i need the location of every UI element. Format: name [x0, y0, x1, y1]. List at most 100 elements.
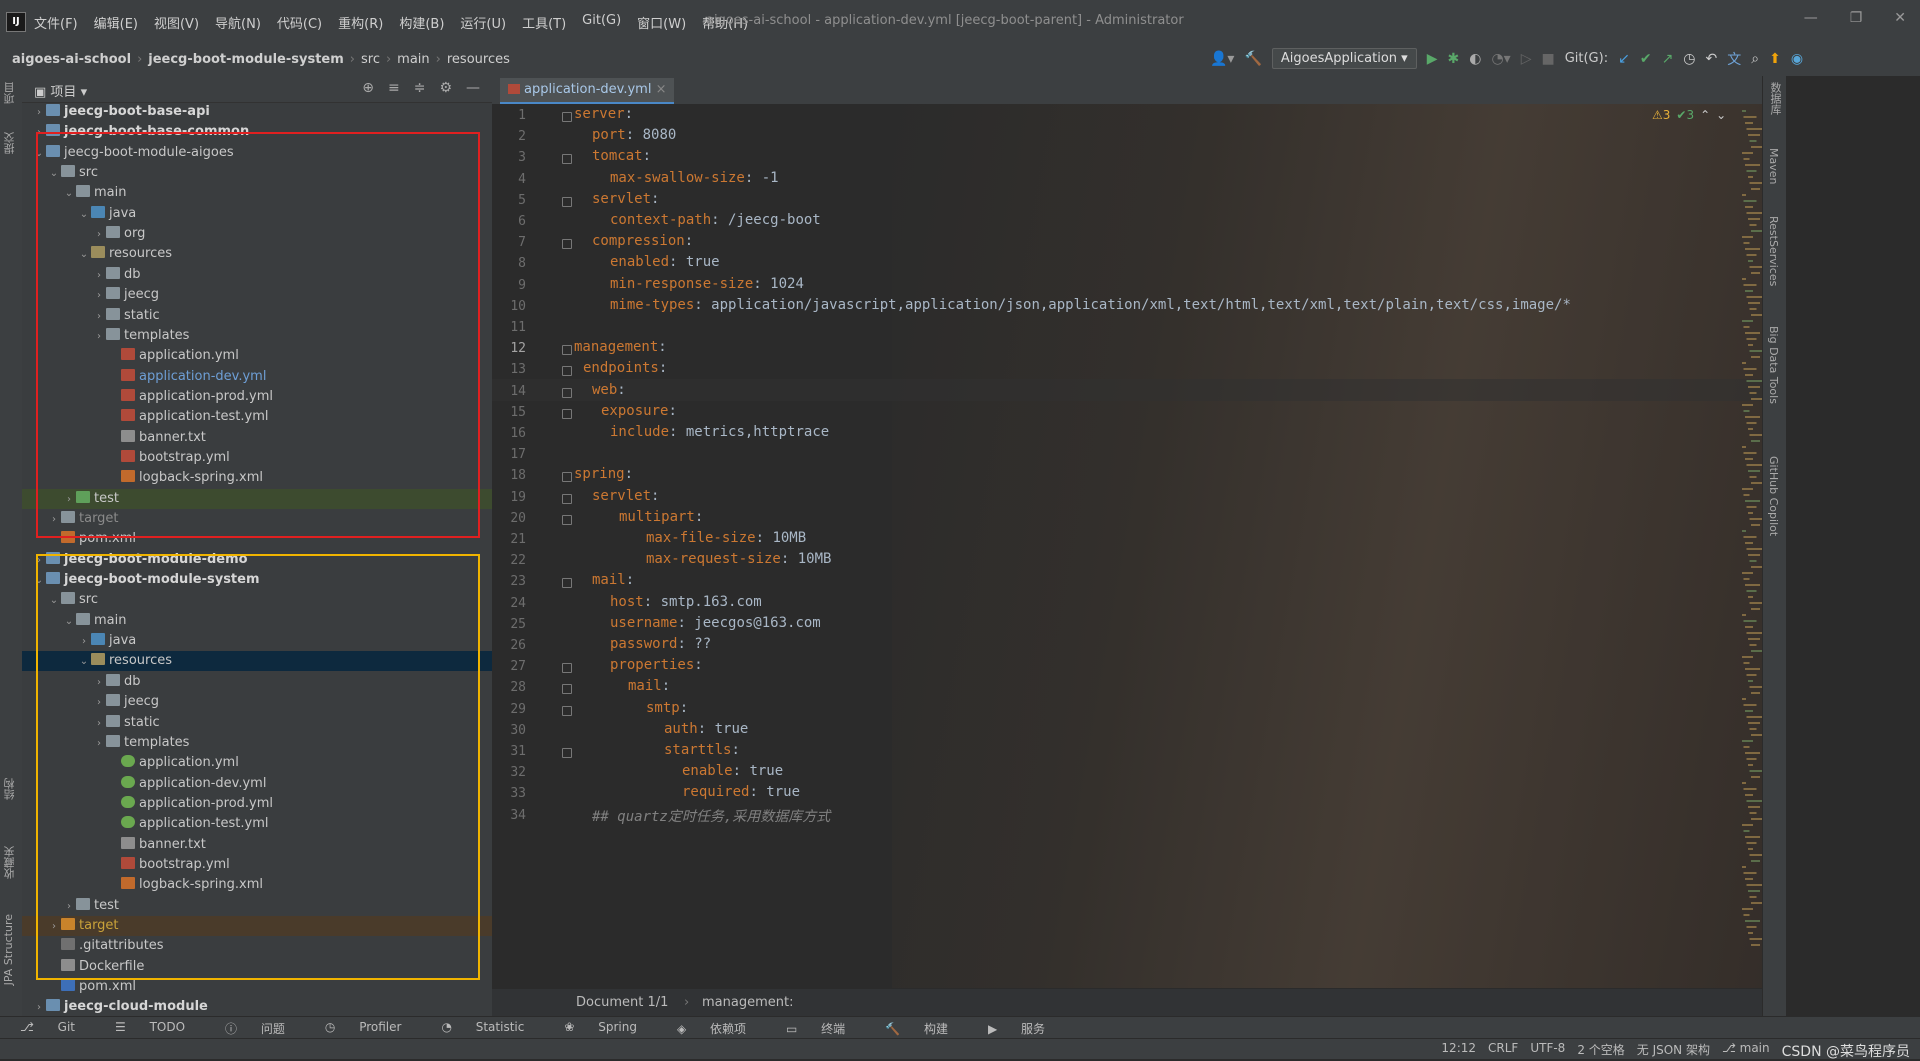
- bottom-tool-label: Spring: [598, 1020, 637, 1034]
- hide-icon[interactable]: —: [466, 80, 480, 96]
- breadcrumb-item[interactable]: aigoes-ai-school: [12, 52, 131, 67]
- tree-node[interactable]: pom.xml: [22, 977, 492, 997]
- prev-highlight-icon[interactable]: ⌃: [1700, 108, 1710, 122]
- line-separator[interactable]: CRLF: [1488, 1041, 1518, 1061]
- build-hammer-icon[interactable]: 🔨: [1244, 51, 1261, 67]
- tool-window-commit[interactable]: 提交: [2, 132, 18, 154]
- breadcrumb-item[interactable]: main: [397, 52, 429, 67]
- translate-icon[interactable]: 文: [1727, 49, 1741, 69]
- bottom-tool-button[interactable]: ◷ Profiler: [305, 1017, 422, 1039]
- menu-item[interactable]: 导航(N): [215, 13, 261, 32]
- user-icon[interactable]: 👤▾: [1210, 51, 1234, 67]
- tool-window-favorites[interactable]: 收藏夹: [2, 846, 18, 879]
- menu-item[interactable]: 重构(R): [338, 13, 383, 32]
- menu-item[interactable]: 运行(U): [460, 13, 506, 32]
- minimap-line: [1743, 326, 1750, 328]
- profile-icon[interactable]: ◔▾: [1491, 51, 1510, 67]
- tool-window-maven[interactable]: Maven: [1767, 148, 1780, 184]
- breadcrumb-item[interactable]: src: [361, 52, 380, 67]
- breadcrumb-item[interactable]: jeecg-boot-module-system: [148, 52, 344, 67]
- bottom-tool-button[interactable]: ◈ 依赖项: [657, 1017, 766, 1039]
- tool-window-database[interactable]: 数据库: [1767, 82, 1783, 115]
- expand-arrow-icon[interactable]: ›: [32, 998, 46, 1016]
- bottom-tool-button[interactable]: ⓘ 问题: [205, 1017, 305, 1039]
- tool-window-restservices[interactable]: RestServices: [1767, 216, 1780, 286]
- code-editor[interactable]: 1 2 3 4 5 6 7 8 9 10 11 12 13 14 15 16 17 18 19 20 21 22 23 24 2…: [492, 104, 1762, 988]
- indent-setting[interactable]: 2 个空格: [1577, 1041, 1624, 1061]
- code-line: username: jeecgos@163.com: [574, 615, 821, 631]
- tool-window-project[interactable]: 项目: [2, 82, 18, 104]
- minimize-icon[interactable]: —: [1804, 10, 1818, 26]
- locate-icon[interactable]: ⊕: [362, 80, 374, 96]
- minimap-line: [1746, 296, 1762, 298]
- menu-item[interactable]: 窗口(W): [637, 13, 686, 32]
- code-line: enabled: true: [574, 254, 720, 270]
- minimap-line: [1746, 590, 1757, 592]
- menu-item[interactable]: Git(G): [582, 13, 621, 32]
- document-indicator[interactable]: Document 1/1: [576, 995, 668, 1010]
- next-highlight-icon[interactable]: ⌄: [1716, 108, 1726, 122]
- settings-gear-icon[interactable]: ⚙: [439, 80, 452, 96]
- yaml-file-icon: [508, 84, 520, 94]
- breadcrumb-separator: ›: [137, 52, 143, 67]
- git-commit-icon[interactable]: ✔: [1640, 51, 1652, 67]
- expand-arrow-icon[interactable]: ›: [32, 103, 46, 123]
- git-push-icon[interactable]: ↗: [1662, 51, 1674, 67]
- history-icon[interactable]: ◷: [1683, 51, 1695, 67]
- tree-node[interactable]: › jeecg-cloud-module: [22, 997, 492, 1016]
- menu-item[interactable]: 文件(F): [34, 13, 78, 32]
- coverage-icon[interactable]: ◐: [1469, 51, 1481, 67]
- plugin-icon[interactable]: ◉: [1791, 51, 1803, 67]
- collapse-all-icon[interactable]: ≑: [414, 80, 426, 96]
- git-update-icon[interactable]: ↙: [1618, 51, 1630, 67]
- json-schema[interactable]: 无 JSON 架构: [1637, 1041, 1710, 1061]
- bottom-tool-button[interactable]: ▶ 服务: [968, 1017, 1065, 1039]
- project-view-selector[interactable]: ▣ 项目 ▾: [34, 81, 87, 100]
- tab-close-icon[interactable]: ×: [656, 82, 667, 97]
- minimap-line: [1748, 260, 1753, 262]
- minimap-line: [1742, 110, 1746, 112]
- close-icon[interactable]: ✕: [1894, 10, 1906, 26]
- stop-icon[interactable]: ■: [1541, 51, 1554, 67]
- attach-icon[interactable]: ▷: [1521, 51, 1532, 67]
- tab-application-dev-yml[interactable]: application-dev.yml ×: [500, 78, 675, 105]
- bottom-tool-button[interactable]: ❀ Spring: [544, 1017, 657, 1039]
- debug-icon[interactable]: ✱: [1447, 51, 1459, 67]
- inspection-widget[interactable]: ⚠3 ✔3 ⌃ ⌄: [1652, 108, 1726, 122]
- tab-label: application-dev.yml: [524, 82, 652, 97]
- menu-item[interactable]: 工具(T): [522, 13, 566, 32]
- editor-minimap[interactable]: [1742, 104, 1762, 988]
- bottom-tool-button[interactable]: 🔨 构建: [865, 1017, 968, 1039]
- expand-all-icon[interactable]: ≡: [388, 80, 400, 96]
- run-icon[interactable]: ▶: [1427, 51, 1438, 67]
- breadcrumb-item[interactable]: resources: [447, 52, 510, 67]
- menu-item[interactable]: 视图(V): [154, 13, 199, 32]
- menu-item[interactable]: 代码(C): [277, 13, 322, 32]
- cursor-position[interactable]: 12:12: [1441, 1041, 1476, 1061]
- bottom-tool-button[interactable]: ◔ Statistic: [421, 1017, 544, 1039]
- bottom-tool-button[interactable]: ▭ 终端: [766, 1017, 865, 1039]
- menu-item[interactable]: 编辑(E): [94, 13, 138, 32]
- search-icon[interactable]: ⌕: [1751, 51, 1759, 67]
- git-branch[interactable]: ⎇ main: [1722, 1041, 1770, 1061]
- watermark: CSDN @菜鸟程序员: [1781, 1044, 1910, 1060]
- updates-icon[interactable]: ⬆: [1769, 51, 1781, 67]
- minimap-line: [1748, 470, 1760, 472]
- restore-icon[interactable]: ❐: [1850, 10, 1863, 26]
- yaml-colon: :: [651, 487, 660, 504]
- bottom-tool-label: 构建: [923, 1022, 948, 1036]
- tool-window-structure[interactable]: 结构: [2, 778, 18, 800]
- minimap-line: [1743, 410, 1750, 412]
- run-configuration-select[interactable]: AigoesApplication ▾: [1271, 48, 1417, 69]
- tree-node[interactable]: › jeecg-boot-base-api: [22, 102, 492, 122]
- tool-window-jpa-structure[interactable]: JPA Structure: [2, 914, 15, 985]
- rollback-icon[interactable]: ↶: [1706, 51, 1718, 67]
- tool-window-github-copilot[interactable]: GitHub Copilot: [1767, 456, 1780, 536]
- yaml-path[interactable]: management:: [702, 995, 793, 1010]
- minimap-line: [1748, 722, 1760, 724]
- bottom-tool-button[interactable]: ⎇ Git: [0, 1017, 95, 1039]
- menu-item[interactable]: 构建(B): [399, 13, 444, 32]
- file-encoding[interactable]: UTF-8: [1530, 1041, 1565, 1061]
- tool-window-big-data-tools[interactable]: Big Data Tools: [1767, 326, 1780, 404]
- bottom-tool-button[interactable]: ☰ TODO: [95, 1017, 205, 1039]
